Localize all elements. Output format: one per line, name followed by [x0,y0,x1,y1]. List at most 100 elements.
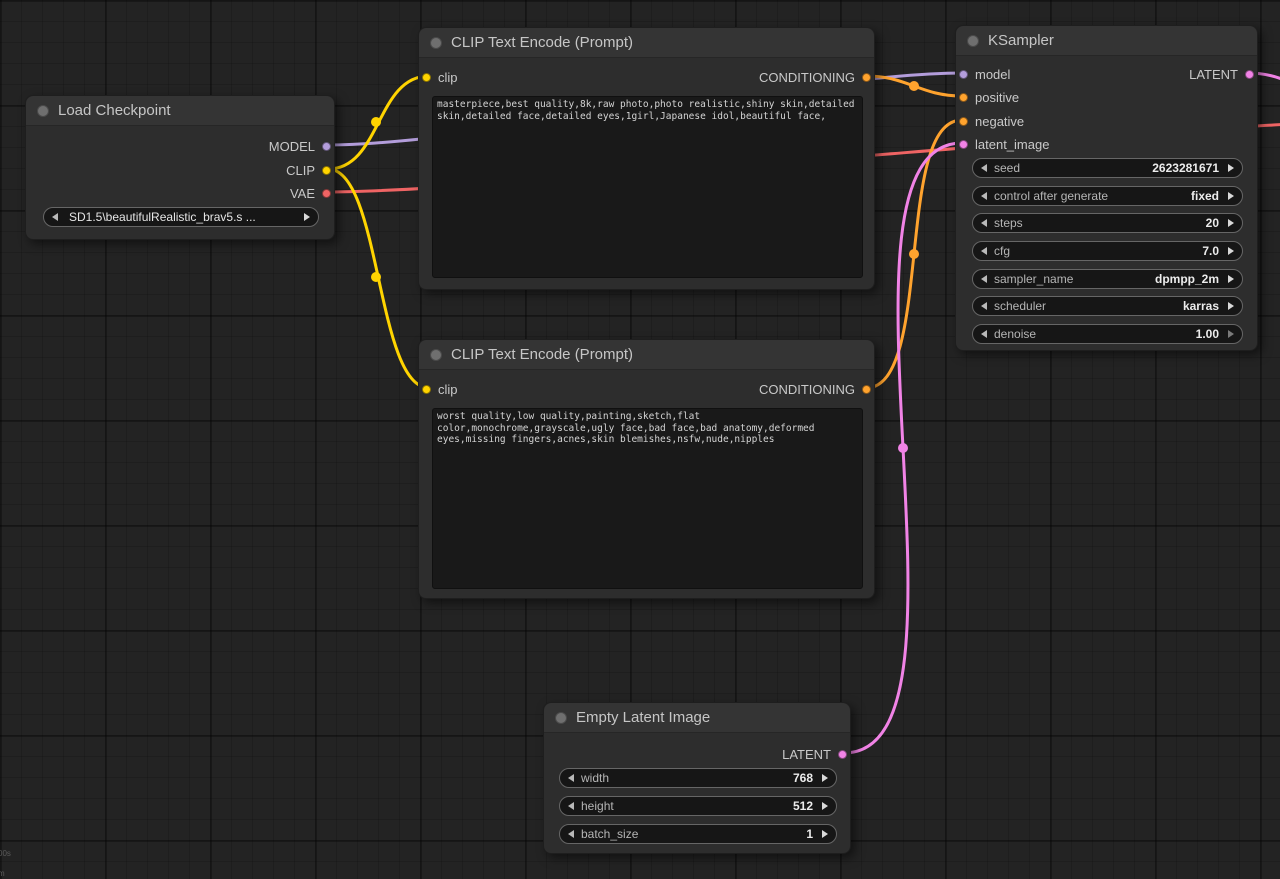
collapse-dot-icon[interactable] [967,35,979,47]
model-output-slot: MODEL [269,137,331,155]
height-widget[interactable]: height 512 [559,796,837,816]
increment-arrow-icon[interactable] [822,774,828,782]
latent-output-label: LATENT [1189,67,1238,82]
next-value-arrow-icon[interactable] [304,213,310,221]
collapse-dot-icon[interactable] [555,712,567,724]
prev-value-arrow-icon[interactable] [52,213,58,221]
negative-input-label: negative [975,114,1024,129]
negative-input-port[interactable] [959,117,968,126]
sampler-name-label: sampler_name [994,272,1073,286]
clipped-corner-text: 00s [0,849,11,858]
clipped-corner-text: m [0,869,5,878]
decrement-arrow-icon[interactable] [568,830,574,838]
positive-input-slot: positive [959,88,1019,106]
steps-widget[interactable]: steps 20 [972,213,1243,233]
increment-arrow-icon[interactable] [822,802,828,810]
conditioning-output-port[interactable] [862,385,871,394]
increment-arrow-icon[interactable] [1228,164,1234,172]
control-after-generate-value: fixed [1191,189,1219,203]
increment-arrow-icon[interactable] [1228,247,1234,255]
node-titlebar[interactable]: Load Checkpoint [26,96,334,126]
negative-prompt-textarea[interactable]: worst quality,low quality,painting,sketc… [432,408,863,589]
latent-output-label: LATENT [782,747,831,762]
scheduler-widget[interactable]: scheduler karras [972,296,1243,316]
clip-input-slot: clip [422,68,458,86]
clip-input-port[interactable] [422,73,431,82]
denoise-label: denoise [994,327,1036,341]
latent-image-input-port[interactable] [959,140,968,149]
clip-input-label: clip [438,70,458,85]
node-empty-latent-image[interactable]: Empty Latent Image LATENT width 768 heig… [543,702,851,854]
height-value: 512 [793,799,813,813]
steps-label: steps [994,216,1023,230]
seed-label: seed [994,161,1020,175]
prev-value-arrow-icon[interactable] [981,275,987,283]
model-input-port[interactable] [959,70,968,79]
cfg-widget[interactable]: cfg 7.0 [972,241,1243,261]
positive-prompt-textarea[interactable]: masterpiece,best quality,8k,raw photo,ph… [432,96,863,278]
clip-input-port[interactable] [422,385,431,394]
conditioning-output-port[interactable] [862,73,871,82]
decrement-arrow-icon[interactable] [568,774,574,782]
width-label: width [581,771,609,785]
latent-output-port[interactable] [838,750,847,759]
latent-image-input-label: latent_image [975,137,1049,152]
node-title: Load Checkpoint [58,102,171,119]
clip-input-slot: clip [422,380,458,398]
latent-output-port[interactable] [1245,70,1254,79]
conditioning-output-label: CONDITIONING [759,70,855,85]
node-titlebar[interactable]: CLIP Text Encode (Prompt) [419,340,874,370]
collapse-dot-icon[interactable] [37,105,49,117]
scheduler-label: scheduler [994,299,1046,313]
node-clip-text-encode-positive[interactable]: CLIP Text Encode (Prompt) clip CONDITION… [418,27,875,290]
control-after-generate-widget[interactable]: control after generate fixed [972,186,1243,206]
model-output-port[interactable] [322,142,331,151]
clip-input-label: clip [438,382,458,397]
prev-value-arrow-icon[interactable] [981,192,987,200]
node-titlebar[interactable]: KSampler [956,26,1257,56]
clip-output-label: CLIP [286,163,315,178]
vae-output-label: VAE [290,186,315,201]
decrement-arrow-icon[interactable] [981,330,987,338]
scheduler-value: karras [1183,299,1219,313]
increment-arrow-icon[interactable] [822,830,828,838]
denoise-value: 1.00 [1196,327,1219,341]
next-value-arrow-icon[interactable] [1228,302,1234,310]
model-input-slot: model [959,65,1010,83]
increment-arrow-icon[interactable] [1228,219,1234,227]
node-load-checkpoint[interactable]: Load Checkpoint MODEL CLIP VAE SD1.5\bea… [25,95,335,240]
vae-output-port[interactable] [322,189,331,198]
height-label: height [581,799,614,813]
node-titlebar[interactable]: CLIP Text Encode (Prompt) [419,28,874,58]
node-title: CLIP Text Encode (Prompt) [451,346,633,363]
ckpt-name-combo-widget[interactable]: SD1.5\beautifulRealistic_brav5.s ... [43,207,319,227]
batch-size-label: batch_size [581,827,638,841]
latent-image-input-slot: latent_image [959,135,1049,153]
prev-value-arrow-icon[interactable] [981,302,987,310]
model-input-label: model [975,67,1010,82]
width-widget[interactable]: width 768 [559,768,837,788]
node-clip-text-encode-negative[interactable]: CLIP Text Encode (Prompt) clip CONDITION… [418,339,875,599]
seed-widget[interactable]: seed 2623281671 [972,158,1243,178]
node-ksampler[interactable]: KSampler model positive negative latent_… [955,25,1258,351]
conditioning-output-slot: CONDITIONING [759,68,871,86]
next-value-arrow-icon[interactable] [1228,275,1234,283]
denoise-widget[interactable]: denoise 1.00 [972,324,1243,344]
node-titlebar[interactable]: Empty Latent Image [544,703,850,733]
increment-arrow-icon[interactable] [1228,330,1234,338]
node-graph-canvas[interactable]: Load Checkpoint MODEL CLIP VAE SD1.5\bea… [0,0,1280,879]
positive-input-port[interactable] [959,93,968,102]
sampler-name-widget[interactable]: sampler_name dpmpp_2m [972,269,1243,289]
collapse-dot-icon[interactable] [430,37,442,49]
decrement-arrow-icon[interactable] [981,247,987,255]
batch-size-widget[interactable]: batch_size 1 [559,824,837,844]
ckpt-name-value: SD1.5\beautifulRealistic_brav5.s ... [69,210,295,224]
decrement-arrow-icon[interactable] [568,802,574,810]
decrement-arrow-icon[interactable] [981,219,987,227]
next-value-arrow-icon[interactable] [1228,192,1234,200]
positive-input-label: positive [975,90,1019,105]
node-title: CLIP Text Encode (Prompt) [451,34,633,51]
collapse-dot-icon[interactable] [430,349,442,361]
decrement-arrow-icon[interactable] [981,164,987,172]
clip-output-port[interactable] [322,166,331,175]
